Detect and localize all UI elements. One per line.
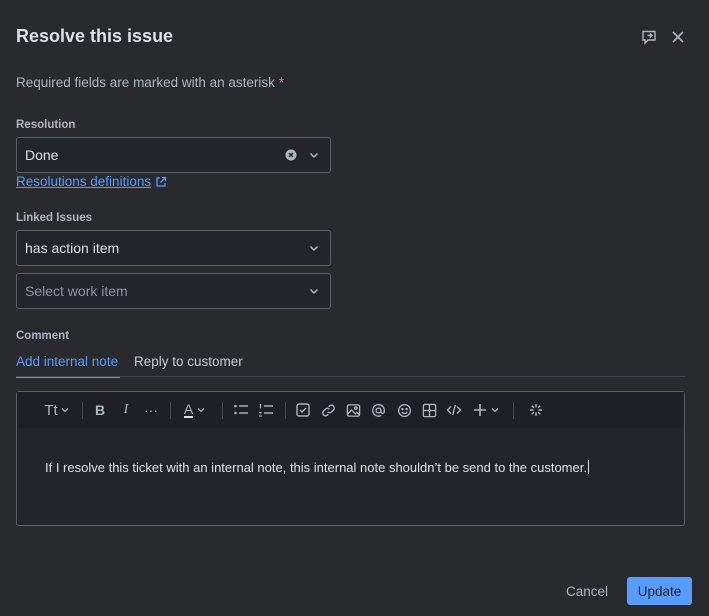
text-color-button[interactable]: A [179, 400, 211, 420]
table-button[interactable] [420, 400, 438, 420]
clear-icon[interactable] [285, 149, 297, 161]
sparkle-icon [530, 404, 542, 416]
numbered-list-icon [259, 404, 273, 417]
bullet-list-icon [234, 404, 248, 415]
required-fields-note: Required fields are marked with an aster… [16, 75, 284, 90]
emoji-icon [397, 403, 411, 417]
italic-button[interactable]: I [118, 400, 134, 420]
image-button[interactable] [344, 400, 362, 420]
comment-editor[interactable]: Tt B I ··· A If I resolve this ticket wi… [16, 391, 685, 526]
update-button[interactable]: Update [627, 577, 692, 605]
code-icon [446, 404, 462, 416]
link-button[interactable] [319, 400, 337, 420]
text-style-label: Tt [44, 401, 58, 419]
linked-issues-label: Linked Issues [16, 212, 93, 224]
resolution-label: Resolution [16, 119, 76, 131]
mention-button[interactable] [369, 400, 387, 420]
toolbar-separator [222, 402, 223, 419]
chevron-down-icon [491, 408, 498, 413]
chevron-down-icon [197, 408, 205, 413]
resolutions-definitions-link[interactable]: Resolutions definitions [16, 174, 167, 189]
close-button[interactable] [668, 27, 688, 47]
chevron-down-icon [309, 152, 319, 159]
tab-add-internal-note[interactable]: Add internal note [16, 354, 120, 378]
feedback-icon [642, 30, 656, 45]
numbered-list-button[interactable] [257, 400, 275, 420]
text-style-button[interactable]: Tt [41, 400, 73, 420]
link-type-select[interactable]: has action item [16, 230, 331, 266]
task-list-button[interactable] [294, 400, 312, 420]
insert-button[interactable] [470, 400, 502, 420]
toolbar-separator [82, 402, 83, 419]
emoji-button[interactable] [395, 400, 413, 420]
text-color-label: A [183, 401, 194, 418]
cancel-button[interactable]: Cancel [556, 577, 618, 605]
tab-reply-to-customer[interactable]: Reply to customer [134, 354, 243, 376]
mention-icon [371, 403, 385, 417]
comment-label: Comment [16, 330, 70, 342]
chevron-down-icon [61, 408, 69, 413]
image-icon [346, 403, 360, 417]
required-asterisk: * [278, 75, 285, 90]
bold-button[interactable]: B [92, 400, 108, 420]
chevron-down-icon [309, 288, 319, 295]
code-button[interactable] [445, 400, 463, 420]
plus-icon [473, 404, 486, 416]
required-note-text: Required fields are marked with an aster… [16, 75, 275, 90]
resolution-value: Done [25, 147, 59, 163]
link-type-value: has action item [25, 240, 120, 256]
editor-toolbar: Tt B I ··· A [17, 392, 684, 428]
resolution-select[interactable]: Done [16, 137, 331, 173]
ai-button[interactable] [527, 400, 545, 420]
feedback-button[interactable] [639, 27, 659, 47]
toolbar-separator [170, 402, 171, 419]
table-icon [422, 403, 436, 417]
link-icon [321, 404, 335, 416]
close-icon [672, 31, 684, 43]
bullet-list-button[interactable] [232, 400, 250, 420]
more-formatting-button[interactable]: ··· [142, 400, 160, 420]
external-link-icon [156, 176, 167, 187]
work-item-select[interactable]: Select work item [16, 273, 331, 309]
toolbar-separator [513, 402, 514, 419]
comment-text[interactable]: If I resolve this ticket with an interna… [45, 460, 589, 475]
checkbox-icon [296, 403, 310, 417]
toolbar-separator [285, 402, 286, 419]
dialog-title: Resolve this issue [16, 26, 174, 46]
resolutions-definitions-text: Resolutions definitions [16, 174, 152, 189]
tab-divider [16, 376, 685, 377]
work-item-placeholder: Select work item [25, 283, 128, 299]
chevron-down-icon [309, 245, 319, 252]
